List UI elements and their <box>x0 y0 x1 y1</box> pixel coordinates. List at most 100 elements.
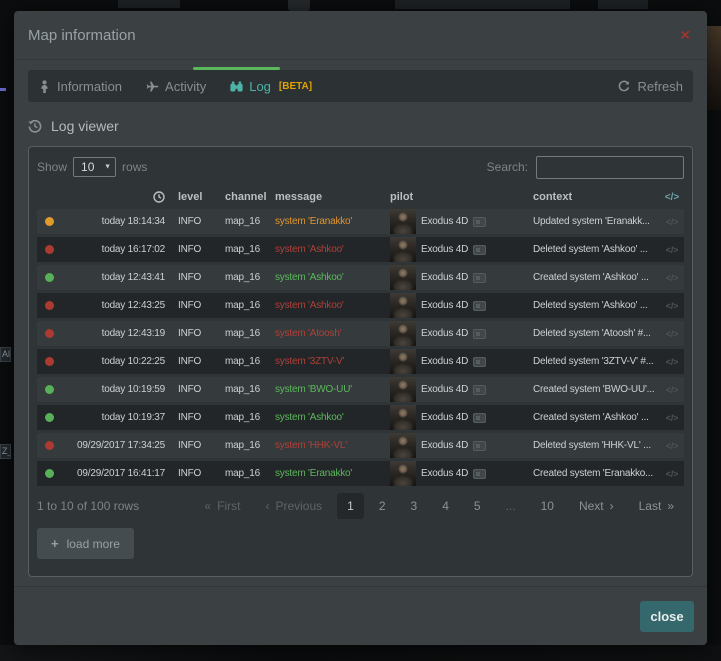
tab-label: Activity <box>165 79 206 94</box>
page-number-button[interactable]: 1 <box>337 493 364 519</box>
page-size-select[interactable]: 10 <box>73 157 116 177</box>
chevron-right-icon: › <box>610 499 614 513</box>
tab-label: Log <box>249 79 271 94</box>
status-cell <box>37 413 63 422</box>
pilot-card-icon[interactable] <box>473 385 486 395</box>
status-dot-icon <box>45 413 54 422</box>
table-row[interactable]: today 12:43:25 INFO map_16 system 'Ashko… <box>37 293 684 318</box>
header-time-column[interactable] <box>63 191 173 203</box>
refresh-icon <box>618 80 630 92</box>
row-code-icon[interactable]: </> <box>660 273 684 283</box>
pilot-card-icon[interactable] <box>473 273 486 283</box>
log-level: INFO <box>173 440 218 451</box>
pilot-avatar <box>390 293 416 318</box>
log-level: INFO <box>173 328 218 339</box>
first-page-button[interactable]: « First <box>194 493 250 519</box>
table-row[interactable]: 09/29/2017 16:41:17 INFO map_16 system '… <box>37 461 684 486</box>
row-code-icon[interactable]: </> <box>660 217 684 227</box>
status-cell <box>37 301 63 310</box>
table-row[interactable]: 09/29/2017 17:34:25 INFO map_16 system '… <box>37 433 684 458</box>
pilot-card-icon[interactable] <box>473 301 486 311</box>
pilot-card-icon[interactable] <box>473 413 486 423</box>
pilot-name: Exodus 4D <box>421 440 468 451</box>
page-number-button[interactable]: 10 <box>531 493 564 519</box>
table-row[interactable]: today 12:43:19 INFO map_16 system 'Atoos… <box>37 321 684 346</box>
page-number-list: 12345...10 <box>332 493 564 519</box>
header-channel[interactable]: channel <box>218 191 270 203</box>
status-dot-icon <box>45 329 54 338</box>
pilot-card-icon[interactable] <box>473 329 486 339</box>
pagination: 1 to 10 of 100 rows « First ‹ Previous 1… <box>37 492 684 520</box>
row-code-icon[interactable]: </> <box>660 413 684 423</box>
row-code-icon[interactable]: </> <box>660 357 684 367</box>
tab-log[interactable]: Log [BETA] <box>230 79 312 94</box>
refresh-button[interactable]: Refresh <box>618 79 683 94</box>
log-message: system 'Ashkoo' <box>275 412 344 423</box>
log-table-panel: Show 10 ▼ rows Search: level channel mes… <box>28 146 693 577</box>
progress-bar <box>193 67 280 70</box>
page-size-select-wrap: 10 ▼ <box>73 157 116 177</box>
pilot-name: Exodus 4D <box>421 272 468 283</box>
page-number-button[interactable]: 5 <box>464 493 491 519</box>
row-code-icon[interactable]: </> <box>660 245 684 255</box>
close-icon[interactable]: ✕ <box>679 27 691 44</box>
row-code-icon[interactable]: </> <box>660 441 684 451</box>
map-information-dialog: Map information ✕ Information Activity L… <box>14 11 707 645</box>
table-row[interactable]: today 18:14:34 INFO map_16 system 'Erana… <box>37 209 684 234</box>
page-number-button[interactable]: 3 <box>401 493 428 519</box>
header-code-icon[interactable]: </> <box>660 192 684 203</box>
status-cell <box>37 385 63 394</box>
table-row[interactable]: today 10:19:59 INFO map_16 system 'BWO-U… <box>37 377 684 402</box>
person-icon <box>38 80 51 93</box>
pilot-card-icon[interactable] <box>473 469 486 479</box>
last-page-button[interactable]: Last » <box>629 493 684 519</box>
row-code-icon[interactable]: </> <box>660 301 684 311</box>
load-more-button[interactable]: + load more <box>37 528 134 559</box>
pilot-card-icon[interactable] <box>473 245 486 255</box>
pilot-card-icon[interactable] <box>473 217 486 227</box>
table-row[interactable]: today 16:17:02 INFO map_16 system 'Ashko… <box>37 237 684 262</box>
header-level[interactable]: level <box>173 191 218 203</box>
table-row[interactable]: today 10:19:37 INFO map_16 system 'Ashko… <box>37 405 684 430</box>
table-header: level channel message pilot context </> <box>37 187 684 207</box>
pilot-avatar <box>390 237 416 262</box>
pilot-card-icon[interactable] <box>473 441 486 451</box>
log-level: INFO <box>173 216 218 227</box>
dialog-header: Map information ✕ <box>14 11 707 60</box>
previous-page-button[interactable]: ‹ Previous <box>255 493 332 519</box>
row-code-icon[interactable]: </> <box>660 385 684 395</box>
log-context: Deleted system 'Ashkoo' ... <box>525 244 660 255</box>
header-pilot[interactable]: pilot <box>385 191 525 203</box>
status-cell <box>37 273 63 282</box>
tab-information[interactable]: Information <box>38 79 122 94</box>
log-message: system 'Ashkoo' <box>275 272 344 283</box>
table-row[interactable]: today 10:22:25 INFO map_16 system '3ZTV-… <box>37 349 684 374</box>
next-page-button[interactable]: Next › <box>569 493 624 519</box>
log-context: Created system 'BWO-UU'... <box>525 384 660 395</box>
pilot-card-icon[interactable] <box>473 357 486 367</box>
page-number-button[interactable]: ... <box>496 493 526 519</box>
row-code-icon[interactable]: </> <box>660 469 684 479</box>
log-time: today 12:43:19 <box>63 328 173 339</box>
header-context[interactable]: context <box>525 191 660 203</box>
status-cell <box>37 441 63 450</box>
pilot-name: Exodus 4D <box>421 356 468 367</box>
pilot-avatar <box>390 209 416 234</box>
page-number-button[interactable]: 2 <box>369 493 396 519</box>
log-time: today 18:14:34 <box>63 216 173 227</box>
close-button[interactable]: close <box>640 601 694 632</box>
table-row[interactable]: today 12:43:41 INFO map_16 system 'Ashko… <box>37 265 684 290</box>
row-code-icon[interactable]: </> <box>660 329 684 339</box>
search-group: Search: <box>487 156 684 179</box>
header-message[interactable]: message <box>270 191 385 203</box>
page-number-button[interactable]: 4 <box>432 493 459 519</box>
log-message: system 'Ashkoo' <box>275 244 344 255</box>
tab-activity[interactable]: Activity <box>146 79 206 94</box>
background-system-label: Ali <box>0 347 11 362</box>
show-label: Show <box>37 160 67 174</box>
search-input[interactable] <box>536 156 684 179</box>
pilot-name: Exodus 4D <box>421 412 468 423</box>
dialog-title: Map information <box>28 27 136 44</box>
log-channel: map_16 <box>218 440 270 451</box>
log-channel: map_16 <box>218 216 270 227</box>
